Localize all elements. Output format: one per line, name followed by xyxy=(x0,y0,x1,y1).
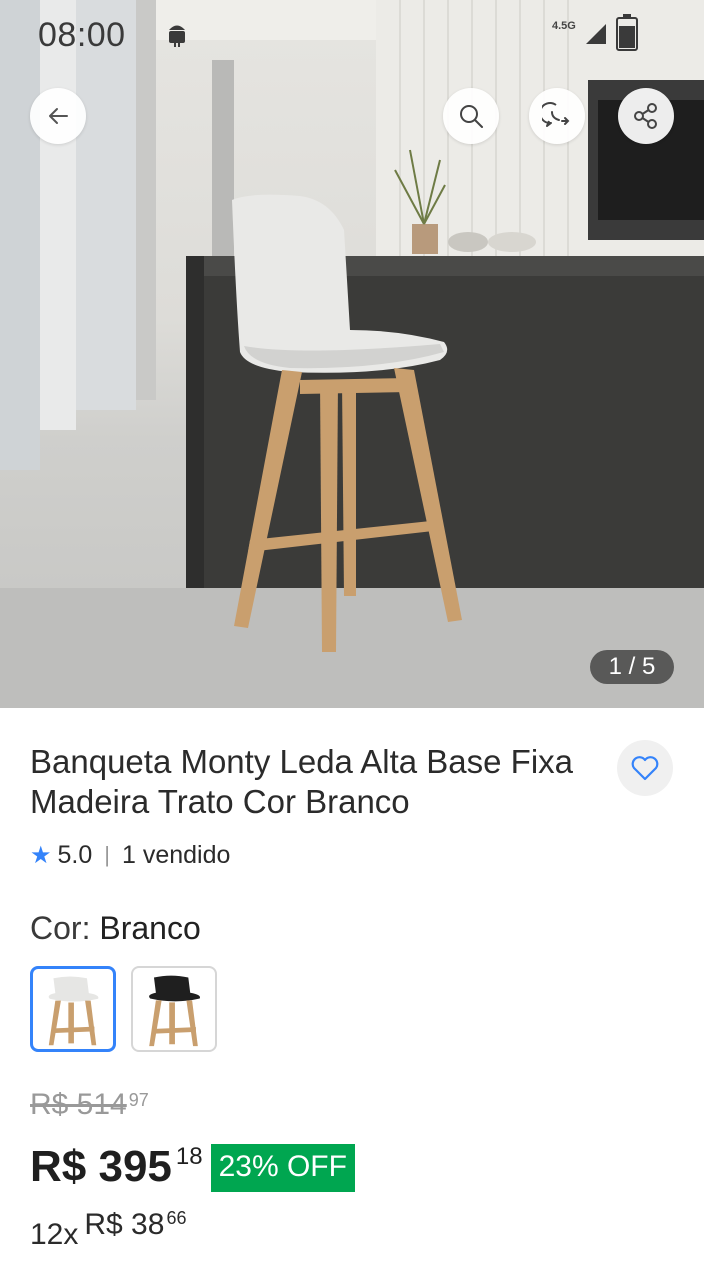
current-price-amount: R$ 395 xyxy=(30,1142,172,1191)
discount-badge: 23% OFF xyxy=(210,1144,355,1192)
whatsapp-share-button[interactable] xyxy=(529,88,585,144)
rating-row[interactable]: ★ 5.0 | 1 vendido xyxy=(30,838,230,872)
color-option-white[interactable] xyxy=(30,966,116,1052)
original-price-amount: R$ 514 xyxy=(30,1088,127,1121)
current-price-cents: 18 xyxy=(175,1143,203,1170)
product-image-gallery[interactable]: 08:00 4.5G 1 / 5 xyxy=(0,0,704,708)
current-price: R$ 395 18 23% OFF xyxy=(30,1142,355,1192)
image-counter: 1 / 5 xyxy=(590,650,674,684)
android-icon xyxy=(169,25,185,47)
share-icon xyxy=(634,103,657,129)
installments-info[interactable]: 12x R$ 38 66 xyxy=(30,1208,186,1252)
share-button[interactable] xyxy=(618,88,674,144)
back-arrow-icon xyxy=(49,108,68,124)
battery-icon xyxy=(616,14,638,51)
black-stool-thumbnail xyxy=(149,975,201,1047)
heart-icon xyxy=(631,756,659,781)
network-type: 4.5G xyxy=(552,20,576,32)
original-price: R$ 514 97 xyxy=(30,1088,149,1122)
back-button[interactable] xyxy=(30,88,86,144)
star-icon: ★ xyxy=(30,841,52,869)
color-label-prefix: Cor: xyxy=(30,910,91,946)
status-time: 08:00 xyxy=(38,16,126,54)
white-stool-thumbnail xyxy=(48,976,99,1046)
search-button[interactable] xyxy=(443,88,499,144)
signal-icon xyxy=(586,24,606,44)
product-photo xyxy=(0,0,704,708)
favorite-button[interactable] xyxy=(617,740,673,796)
rating-divider: | xyxy=(104,842,110,867)
whatsapp-icon xyxy=(542,102,570,127)
installments-count: 12x xyxy=(30,1218,79,1251)
installment-cents: 66 xyxy=(166,1208,187,1228)
color-selector-label: Cor: Branco xyxy=(30,910,201,947)
color-option-black[interactable] xyxy=(131,966,217,1052)
product-title: Banqueta Monty Leda Alta Base Fixa Madei… xyxy=(30,743,574,820)
installment-amount: R$ 38 xyxy=(84,1208,165,1241)
original-price-cents: 97 xyxy=(128,1090,149,1110)
search-icon xyxy=(460,105,483,128)
selected-color: Branco xyxy=(99,910,201,946)
rating-value: 5.0 xyxy=(57,840,93,869)
sold-count: 1 vendido xyxy=(122,840,231,869)
